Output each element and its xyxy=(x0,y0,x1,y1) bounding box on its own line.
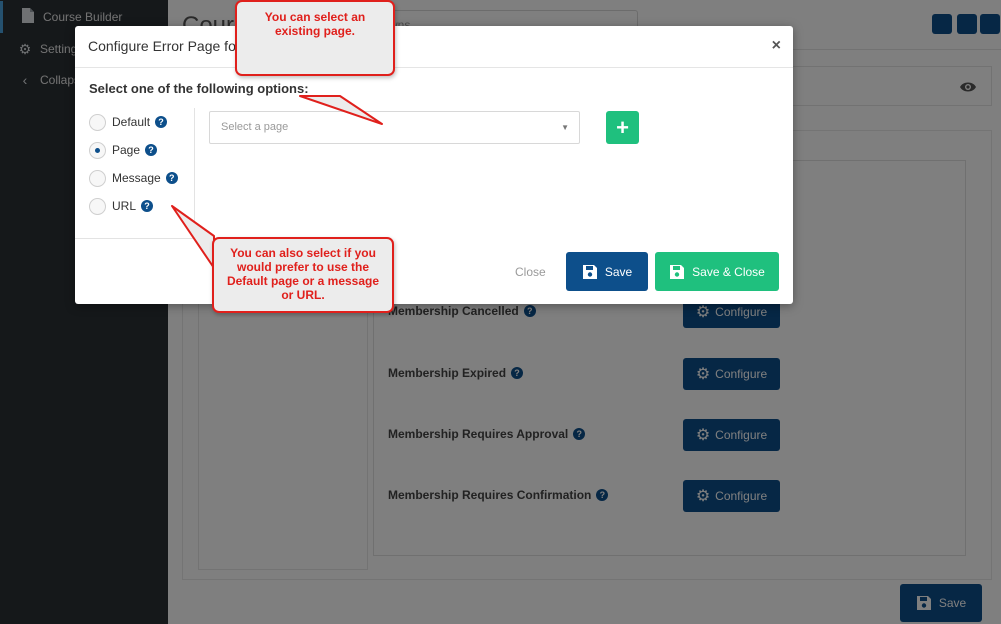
callout-text: You can select an existing page. xyxy=(264,10,366,38)
callout-text: You can also select if you would prefer … xyxy=(226,246,380,302)
callout-other-options: You can also select if you would prefer … xyxy=(212,237,394,313)
callout-select-existing-page: You can select an existing page. xyxy=(235,0,395,76)
callout-pointers xyxy=(171,95,383,269)
